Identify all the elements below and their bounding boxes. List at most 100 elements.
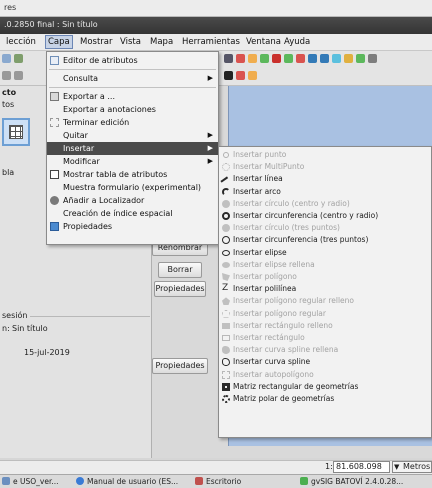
menu-item-modificar[interactable]: Modificar ▶ — [47, 155, 218, 168]
menu-herramientas[interactable]: Herramientas — [180, 36, 242, 48]
toolbar-icon[interactable] — [14, 54, 23, 63]
toolbar-icon[interactable] — [320, 54, 329, 63]
menu-ventana[interactable]: Ventana — [244, 36, 283, 48]
submenu-item-circulo-tres[interactable]: Insertar círculo (tres puntos) — [219, 222, 431, 234]
menu-item-label: Exportar a ... — [63, 92, 115, 101]
toolbar-icon[interactable] — [332, 54, 341, 63]
menu-item-consulta[interactable]: Consulta ▶ — [47, 72, 218, 85]
toolbar-icon[interactable] — [260, 54, 269, 63]
submenu-item-label: Insertar punto — [233, 150, 287, 159]
submenu-item-linea[interactable]: Insertar línea — [219, 173, 431, 188]
menu-item-localizador[interactable]: Añadir a Localizador — [47, 194, 218, 207]
view-document-icon[interactable] — [2, 118, 30, 146]
submenu-item-circulo[interactable]: Insertar círculo (centro y radio) — [219, 198, 431, 210]
toolbar-icon[interactable] — [248, 71, 257, 80]
submenu-item-circunferencia-tres[interactable]: Insertar circunferencia (tres puntos) — [219, 234, 431, 246]
submenu-arrow-icon: ▶ — [207, 144, 213, 152]
zoom-in-icon[interactable] — [2, 71, 11, 80]
properties-icon — [50, 222, 59, 231]
session-properties-button[interactable]: Propiedades — [152, 358, 208, 374]
submenu-item-rectangulo[interactable]: Insertar rectángulo — [219, 332, 431, 344]
menu-item-indice-espacial[interactable]: Creación de índice espacial — [47, 207, 218, 220]
menu-item-quitar[interactable]: Quitar ▶ — [47, 129, 218, 142]
menu-item-label: Mostrar tabla de atributos — [63, 170, 168, 179]
zoom-out-icon[interactable] — [14, 71, 23, 80]
submenu-item-label: Insertar polígono regular — [233, 308, 326, 318]
toolbar-icon[interactable] — [236, 54, 245, 63]
filled-rectangle-icon — [222, 322, 230, 329]
taskbar-item[interactable]: Escritorio — [195, 476, 265, 488]
submenu-item-label: Insertar elipse rellena — [233, 259, 315, 269]
session-divider — [30, 316, 150, 317]
export-icon — [50, 92, 59, 101]
taskbar-item[interactable]: Manual de usuario (ES... — [76, 476, 180, 488]
window-titlebar[interactable]: .0.2850 final : Sin título — [0, 17, 432, 34]
toolbar-icon[interactable] — [308, 54, 317, 63]
toolbar-icon[interactable] — [284, 54, 293, 63]
toolbar-icon[interactable] — [236, 71, 245, 80]
delete-button[interactable]: Borrar — [158, 262, 202, 278]
arc-icon — [222, 187, 230, 196]
menu-ayuda[interactable]: Ayuda — [282, 36, 312, 48]
submenu-item-autopoligono[interactable]: Insertar autopolígono — [219, 369, 431, 381]
submenu-item-label: Insertar polígono — [233, 272, 297, 281]
submenu-item-poligono-regular[interactable]: Insertar polígono regular — [219, 308, 431, 320]
submenu-item-circunferencia[interactable]: Insertar circunferencia (centro y radio) — [219, 210, 431, 222]
submenu-item-arco[interactable]: Insertar arco — [219, 186, 431, 198]
toolbar-icon[interactable] — [272, 54, 281, 63]
submenu-item-poligono[interactable]: Insertar polígono — [219, 271, 431, 283]
submenu-item-elipse[interactable]: Insertar elipse — [219, 247, 431, 259]
toolbar-icon[interactable] — [248, 54, 257, 63]
submenu-item-poligono-regular-relleno[interactable]: Insertar polígono regular relleno — [219, 295, 431, 307]
menu-item-label: Consulta — [63, 74, 99, 83]
taskbar-item[interactable]: e USO_ver... — [2, 476, 62, 488]
project-table-type[interactable]: bla — [2, 168, 14, 177]
menu-item-label: Insertar — [63, 144, 95, 153]
toolbar-icon[interactable] — [368, 54, 377, 63]
menu-item-label: Propiedades — [63, 222, 113, 231]
submenu-item-spline[interactable]: Insertar curva spline — [219, 356, 431, 368]
menu-item-terminar-edicion[interactable]: Terminar edición — [47, 116, 218, 129]
capa-menu: Editor de atributos Consulta ▶ Exportar … — [46, 51, 219, 245]
submenu-item-matriz-rectangular[interactable]: Matriz rectangular de geometrías — [219, 381, 431, 393]
submenu-item-multipunto[interactable]: Insertar MultiPunto — [219, 161, 431, 173]
locator-icon — [50, 196, 59, 205]
menu-capa[interactable]: Capa — [45, 35, 73, 49]
units-select[interactable]: ▼ Metros — [392, 461, 432, 473]
menu-item-exportar[interactable]: Exportar a ... — [47, 90, 218, 103]
submenu-item-spline-rellena[interactable]: Insertar curva spline rellena — [219, 344, 431, 356]
scale-prefix: 1: — [325, 462, 333, 471]
toolbar-icon[interactable] — [224, 54, 233, 63]
menu-seleccion[interactable]: lección — [4, 36, 38, 48]
menu-item-mostrar-tabla[interactable]: Mostrar tabla de atributos — [47, 168, 218, 181]
polygon-icon — [222, 273, 230, 281]
submenu-item-elipse-rellena[interactable]: Insertar elipse rellena — [219, 259, 431, 271]
toolbar-icon[interactable] — [344, 54, 353, 63]
submenu-item-matriz-polar[interactable]: Matriz polar de geometrías — [219, 393, 431, 405]
polar-matrix-icon — [222, 395, 230, 403]
menu-item-editor-atributos[interactable]: Editor de atributos — [47, 54, 218, 67]
insertar-submenu: Insertar punto Insertar MultiPunto Inser… — [218, 146, 432, 438]
submenu-item-polilinea[interactable]: Z Insertar polilínea — [219, 283, 431, 295]
toolbar-icon[interactable] — [2, 54, 11, 63]
menu-item-exportar-anotaciones[interactable]: Exportar a anotaciones — [47, 103, 218, 116]
menu-mostrar[interactable]: Mostrar — [78, 36, 115, 48]
taskbar-item-label: Escritorio — [206, 477, 242, 486]
submenu-item-label: Insertar MultiPunto — [233, 162, 305, 172]
submenu-arrow-icon: ▶ — [207, 131, 213, 139]
circle-icon — [222, 199, 230, 208]
menu-mapa[interactable]: Mapa — [148, 36, 175, 48]
menu-vista[interactable]: Vista — [118, 36, 143, 48]
submenu-item-punto[interactable]: Insertar punto — [219, 149, 431, 161]
properties-button[interactable]: Propiedades — [154, 281, 206, 297]
toolbar-icon[interactable] — [356, 54, 365, 63]
menubar: lección Capa Mostrar Vista Mapa Herramie… — [0, 34, 432, 51]
menu-item-propiedades[interactable]: Propiedades — [47, 220, 218, 233]
info-icon[interactable] — [224, 71, 233, 80]
toolbar-icon[interactable] — [296, 54, 305, 63]
submenu-item-rectangulo-relleno[interactable]: Insertar rectángulo relleno — [219, 320, 431, 332]
menu-item-formulario[interactable]: Muestra formulario (experimental) — [47, 181, 218, 194]
menu-item-insertar[interactable]: Insertar ▶ — [47, 142, 218, 155]
taskbar-item[interactable]: gvSIG BATOVÍ 2.4.0.28... — [300, 476, 430, 488]
scale-input[interactable]: 81.608.098 — [333, 461, 390, 473]
